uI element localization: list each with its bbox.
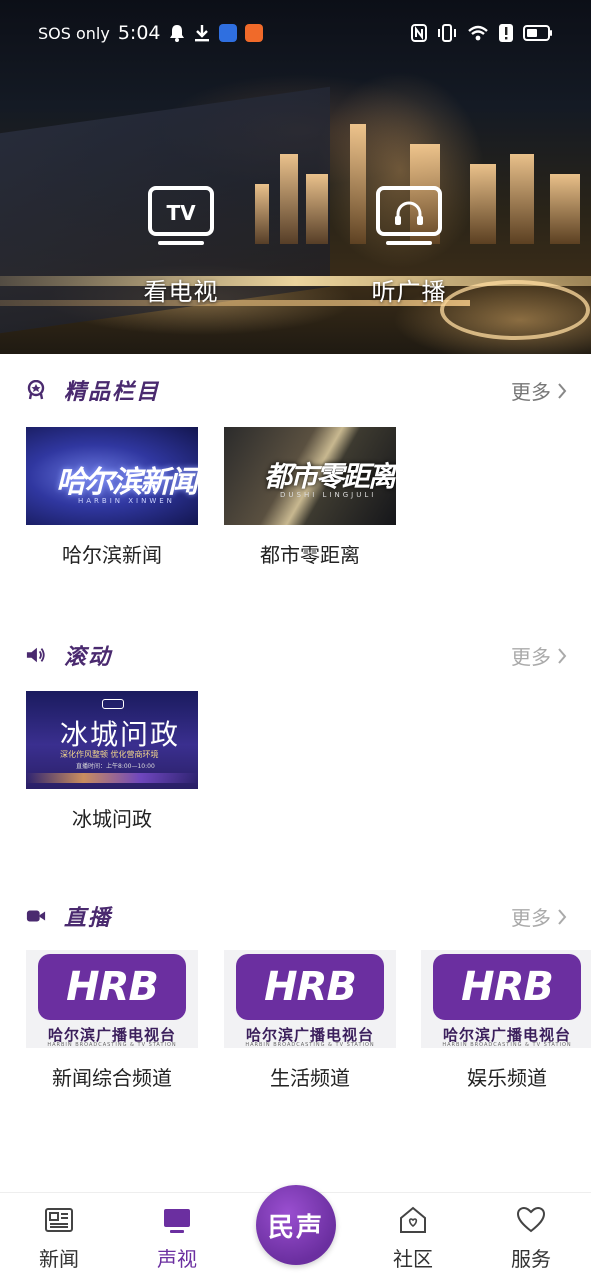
program-thumbnail: 都市零距离 DUSHI LINGJULI bbox=[224, 427, 396, 525]
station-subtitle: HARBIN BROADCASTING & TV STATION bbox=[245, 1042, 375, 1048]
program-card-city-distance[interactable]: 都市零距离 DUSHI LINGJULI 都市零距离 bbox=[224, 427, 396, 568]
channel-caption: 新闻综合频道 bbox=[52, 1066, 172, 1090]
listen-radio-button[interactable]: 听广播 bbox=[354, 186, 464, 307]
program-caption: 都市零距离 bbox=[260, 543, 360, 567]
watch-tv-label: 看电视 bbox=[143, 278, 219, 306]
live-channel-card-news[interactable]: HRB 哈尔滨广播电视台 HARBIN BROADCASTING & TV ST… bbox=[26, 950, 198, 1091]
nav-label: 新闻 bbox=[39, 1247, 79, 1271]
video-camera-icon bbox=[26, 910, 46, 922]
thumbnail-title: 冰城问政 bbox=[60, 718, 181, 751]
more-label: 更多 bbox=[511, 380, 551, 404]
monitor-icon bbox=[164, 1209, 190, 1233]
hrb-logo: HRB bbox=[433, 954, 581, 1020]
program-card-harbin-news[interactable]: 哈尔滨新闻 HARBIN XINWEN 哈尔滨新闻 bbox=[26, 427, 198, 568]
download-icon bbox=[194, 25, 209, 42]
hrb-small-logo bbox=[102, 699, 124, 709]
section-live-title: 直播 bbox=[64, 906, 113, 931]
listen-radio-label: 听广播 bbox=[371, 278, 447, 306]
live-channel-card-life[interactable]: HRB 哈尔滨广播电视台 HARBIN BROADCASTING & TV ST… bbox=[224, 950, 396, 1091]
home-icon bbox=[400, 1206, 426, 1233]
chevron-right-icon bbox=[558, 382, 567, 399]
thumbnail-subtitle: HARBIN XINWEN bbox=[78, 497, 175, 505]
thumbnail-glow bbox=[26, 773, 198, 783]
vibrate-icon bbox=[438, 24, 456, 42]
thumbnail-title: 都市零距离 bbox=[264, 460, 396, 493]
nav-label: 服务 bbox=[511, 1247, 551, 1271]
hero-building bbox=[510, 154, 534, 244]
bell-icon bbox=[169, 25, 184, 42]
tv-icon: TV bbox=[148, 186, 214, 245]
radio-headphones-icon bbox=[376, 186, 442, 245]
program-caption: 冰城问政 bbox=[72, 807, 152, 831]
nav-label: 社区 bbox=[393, 1247, 433, 1271]
channel-thumbnail: HRB 哈尔滨广播电视台 HARBIN BROADCASTING & TV ST… bbox=[224, 950, 396, 1048]
clock: 5:04 bbox=[117, 22, 161, 44]
hero-building bbox=[550, 174, 580, 244]
battery-icon bbox=[523, 25, 552, 41]
live-channel-card-entertainment[interactable]: HRB 哈尔滨广播电视台 HARBIN BROADCASTING & TV ST… bbox=[421, 950, 591, 1091]
program-card-bingcheng-wenzheng[interactable]: 冰城问政 深化作风整顿 优化营商环境 直播时间：上午8:00—10:00 冰城问… bbox=[26, 691, 198, 832]
carrier-text: SOS only bbox=[38, 23, 110, 43]
featured-more-link[interactable]: 更多 bbox=[511, 376, 567, 405]
thumbnail-subtitle: DUSHI LINGJULI bbox=[280, 491, 377, 499]
hero-building bbox=[306, 174, 328, 244]
hero-building bbox=[255, 184, 269, 244]
nav-item-service[interactable]: 服务 bbox=[491, 1205, 571, 1272]
heart-icon bbox=[516, 1206, 546, 1233]
bottom-navigation: 新闻 声视 民声 社区 服务 bbox=[0, 1185, 591, 1280]
watch-tv-button[interactable]: TV 看电视 bbox=[126, 186, 236, 307]
more-label: 更多 bbox=[511, 906, 551, 930]
nfc-icon bbox=[411, 24, 427, 42]
program-thumbnail: 哈尔滨新闻 HARBIN XINWEN bbox=[26, 427, 198, 525]
channel-caption: 生活频道 bbox=[270, 1066, 350, 1090]
chevron-right-icon bbox=[558, 647, 567, 664]
section-featured-header: 精品栏目 更多 bbox=[0, 370, 591, 410]
channel-thumbnail: HRB 哈尔滨广播电视台 HARBIN BROADCASTING & TV ST… bbox=[421, 950, 591, 1048]
thumbnail-subtitle: 深化作风整顿 优化营商环境 bbox=[60, 750, 159, 759]
program-thumbnail: 冰城问政 深化作风整顿 优化营商环境 直播时间：上午8:00—10:00 bbox=[26, 691, 198, 789]
channel-caption: 娱乐频道 bbox=[467, 1066, 547, 1090]
nav-item-community[interactable]: 社区 bbox=[373, 1205, 453, 1272]
newspaper-icon bbox=[45, 1208, 73, 1232]
section-rolling-header: 滚动 更多 bbox=[0, 635, 591, 675]
medal-icon bbox=[27, 380, 45, 400]
thumbnail-title: 哈尔滨新闻 bbox=[56, 465, 198, 500]
wifi-icon bbox=[468, 25, 488, 41]
minsheng-center-button[interactable]: 民声 bbox=[256, 1185, 336, 1265]
chevron-right-icon bbox=[558, 908, 567, 925]
speaker-icon bbox=[26, 647, 45, 663]
app-notification-icon bbox=[218, 24, 237, 42]
rolling-more-link[interactable]: 更多 bbox=[511, 641, 567, 670]
nav-item-news[interactable]: 新闻 bbox=[19, 1205, 99, 1272]
hero-building bbox=[280, 154, 298, 244]
section-rolling-title: 滚动 bbox=[64, 645, 113, 670]
nav-label: 声视 bbox=[157, 1247, 197, 1271]
channel-thumbnail: HRB 哈尔滨广播电视台 HARBIN BROADCASTING & TV ST… bbox=[26, 950, 198, 1048]
app-notification-icon bbox=[244, 24, 263, 42]
thumbnail-broadcast-time: 直播时间：上午8:00—10:00 bbox=[76, 763, 155, 770]
nav-item-audio-video[interactable]: 声视 bbox=[137, 1205, 217, 1272]
hrb-logo: HRB bbox=[236, 954, 384, 1020]
section-featured-title: 精品栏目 bbox=[64, 380, 161, 405]
status-bar: SOS only 5:04 bbox=[0, 0, 591, 66]
live-more-link[interactable]: 更多 bbox=[511, 902, 567, 931]
station-subtitle: HARBIN BROADCASTING & TV STATION bbox=[47, 1042, 177, 1048]
hrb-logo: HRB bbox=[38, 954, 186, 1020]
hero-building bbox=[470, 164, 496, 244]
program-caption: 哈尔滨新闻 bbox=[62, 543, 162, 567]
alert-icon bbox=[499, 24, 513, 42]
section-live-header: 直播 更多 bbox=[0, 896, 591, 936]
svg-text:TV: TV bbox=[166, 201, 196, 225]
more-label: 更多 bbox=[511, 645, 551, 669]
station-subtitle: HARBIN BROADCASTING & TV STATION bbox=[442, 1042, 572, 1048]
